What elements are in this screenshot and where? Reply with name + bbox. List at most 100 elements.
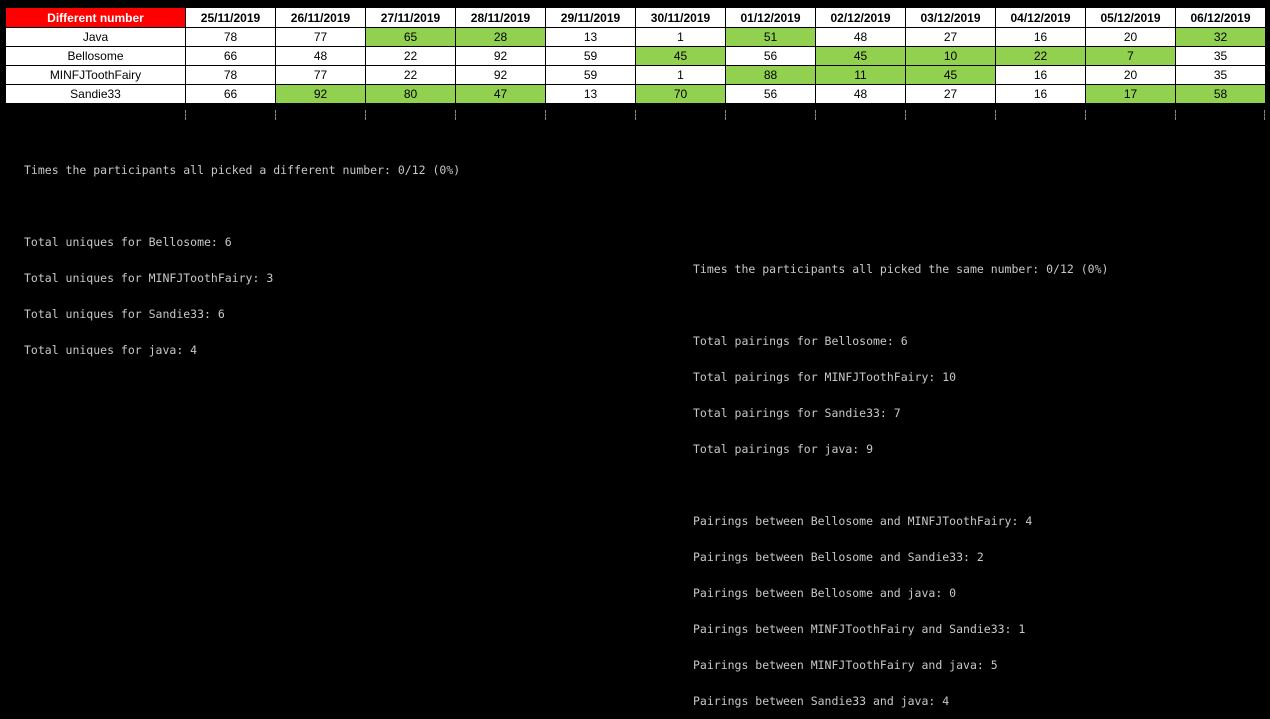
pairings-between-line: Pairings between MINFJToothFairy and jav…	[693, 658, 998, 672]
uniques-line: Total uniques for java: 4	[24, 343, 198, 357]
value-cell[interactable]: 80	[365, 84, 456, 104]
tick-mark	[1085, 110, 1087, 120]
value-cell[interactable]: 77	[275, 27, 366, 47]
value-cell[interactable]: 59	[545, 65, 636, 85]
date-header-cell[interactable]: 26/11/2019	[275, 7, 366, 28]
value-cell[interactable]: 66	[185, 46, 276, 66]
value-cell[interactable]: 35	[1175, 46, 1266, 66]
table-row: MINFJToothFairy 78 77 22 92 59 1 88 11 4…	[5, 65, 1266, 85]
value-cell[interactable]: 10	[905, 46, 996, 66]
participant-name-cell[interactable]: Sandie33	[5, 84, 186, 104]
tick-mark	[815, 110, 817, 120]
value-cell[interactable]: 32	[1175, 27, 1266, 47]
tick-mark	[635, 110, 637, 120]
value-cell[interactable]: 28	[455, 27, 546, 47]
value-cell[interactable]: 70	[635, 84, 726, 104]
date-header-cell[interactable]: 25/11/2019	[185, 7, 276, 28]
value-cell[interactable]: 77	[275, 65, 366, 85]
value-cell[interactable]: 17	[1085, 84, 1176, 104]
uniques-line: Total uniques for Bellosome: 6	[24, 235, 232, 249]
value-cell[interactable]: 13	[545, 27, 636, 47]
participant-name-cell[interactable]: MINFJToothFairy	[5, 65, 186, 85]
value-cell[interactable]: 58	[1175, 84, 1266, 104]
value-cell[interactable]: 27	[905, 84, 996, 104]
tick-mark	[995, 110, 997, 120]
date-header-cell[interactable]: 05/12/2019	[1085, 7, 1176, 28]
pairings-total-line: Total pairings for MINFJToothFairy: 10	[693, 370, 957, 384]
value-cell[interactable]: 48	[815, 84, 906, 104]
date-header-cell[interactable]: 06/12/2019	[1175, 7, 1266, 28]
value-cell[interactable]: 13	[545, 84, 636, 104]
value-cell[interactable]: 48	[275, 46, 366, 66]
tick-mark	[1175, 110, 1177, 120]
uniques-line: Total uniques for Sandie33: 6	[24, 307, 225, 321]
value-cell[interactable]: 16	[995, 84, 1086, 104]
value-cell[interactable]: 45	[905, 65, 996, 85]
tick-mark	[905, 110, 907, 120]
value-cell[interactable]: 27	[905, 27, 996, 47]
spreadsheet-table: Different number 25/11/2019 26/11/2019 2…	[5, 7, 1266, 104]
value-cell[interactable]: 22	[365, 65, 456, 85]
value-cell[interactable]: 92	[455, 46, 546, 66]
value-cell[interactable]: 92	[455, 65, 546, 85]
different-summary-line: Times the participants all picked a diff…	[24, 163, 461, 177]
console-output-left: Times the participants all picked a diff…	[24, 140, 460, 368]
value-cell[interactable]: 1	[635, 27, 726, 47]
pairings-total-line: Total pairings for Bellosome: 6	[693, 334, 908, 348]
date-header-cell[interactable]: 28/11/2019	[455, 7, 546, 28]
value-cell[interactable]: 88	[725, 65, 816, 85]
value-cell[interactable]: 22	[995, 46, 1086, 66]
tick-mark	[365, 110, 367, 120]
value-cell[interactable]: 92	[275, 84, 366, 104]
value-cell[interactable]: 1	[635, 65, 726, 85]
table-row: Java 78 77 65 28 13 1 51 48 27 16 20 32	[5, 27, 1266, 47]
value-cell[interactable]: 16	[995, 65, 1086, 85]
value-cell[interactable]: 56	[725, 84, 816, 104]
column-boundary-ticks	[5, 108, 1265, 124]
date-header-cell[interactable]: 29/11/2019	[545, 7, 636, 28]
table-row: Sandie33 66 92 80 47 13 70 56 48 27 16 1…	[5, 84, 1266, 104]
tick-mark	[275, 110, 277, 120]
value-cell[interactable]: 59	[545, 46, 636, 66]
value-cell[interactable]: 35	[1175, 65, 1266, 85]
value-cell[interactable]: 47	[455, 84, 546, 104]
value-cell[interactable]: 22	[365, 46, 456, 66]
value-cell[interactable]: 45	[815, 46, 906, 66]
pairings-between-line: Pairings between Bellosome and java: 0	[693, 586, 957, 600]
participant-name-cell[interactable]: Java	[5, 27, 186, 47]
value-cell[interactable]: 11	[815, 65, 906, 85]
value-cell[interactable]: 78	[185, 65, 276, 85]
pairings-between-line: Pairings between Sandie33 and java: 4	[693, 694, 950, 708]
value-cell[interactable]: 16	[995, 27, 1086, 47]
tick-mark	[185, 110, 187, 120]
header-corner-cell[interactable]: Different number	[5, 7, 186, 28]
value-cell[interactable]: 51	[725, 27, 816, 47]
value-cell[interactable]: 78	[185, 27, 276, 47]
date-header-cell[interactable]: 01/12/2019	[725, 7, 816, 28]
date-header-cell[interactable]: 27/11/2019	[365, 7, 456, 28]
value-cell[interactable]: 20	[1085, 65, 1176, 85]
participant-name-cell[interactable]: Bellosome	[5, 46, 186, 66]
value-cell[interactable]: 56	[725, 46, 816, 66]
value-cell[interactable]: 20	[1085, 27, 1176, 47]
pairings-between-line: Pairings between MINFJToothFairy and San…	[693, 622, 1026, 636]
value-cell[interactable]: 45	[635, 46, 726, 66]
header-row: Different number 25/11/2019 26/11/2019 2…	[5, 7, 1266, 28]
tick-mark	[725, 110, 727, 120]
value-cell[interactable]: 7	[1085, 46, 1176, 66]
console-output-right: Times the participants all picked the sa…	[693, 239, 1108, 719]
date-header-cell[interactable]: 30/11/2019	[635, 7, 726, 28]
uniques-line: Total uniques for MINFJToothFairy: 3	[24, 271, 274, 285]
pairings-between-line: Pairings between Bellosome and MINFJToot…	[693, 514, 1033, 528]
value-cell[interactable]: 66	[185, 84, 276, 104]
value-cell[interactable]: 65	[365, 27, 456, 47]
value-cell[interactable]: 48	[815, 27, 906, 47]
date-header-cell[interactable]: 04/12/2019	[995, 7, 1086, 28]
date-header-cell[interactable]: 03/12/2019	[905, 7, 996, 28]
tick-mark	[455, 110, 457, 120]
pairings-total-line: Total pairings for Sandie33: 7	[693, 406, 901, 420]
date-header-cell[interactable]: 02/12/2019	[815, 7, 906, 28]
